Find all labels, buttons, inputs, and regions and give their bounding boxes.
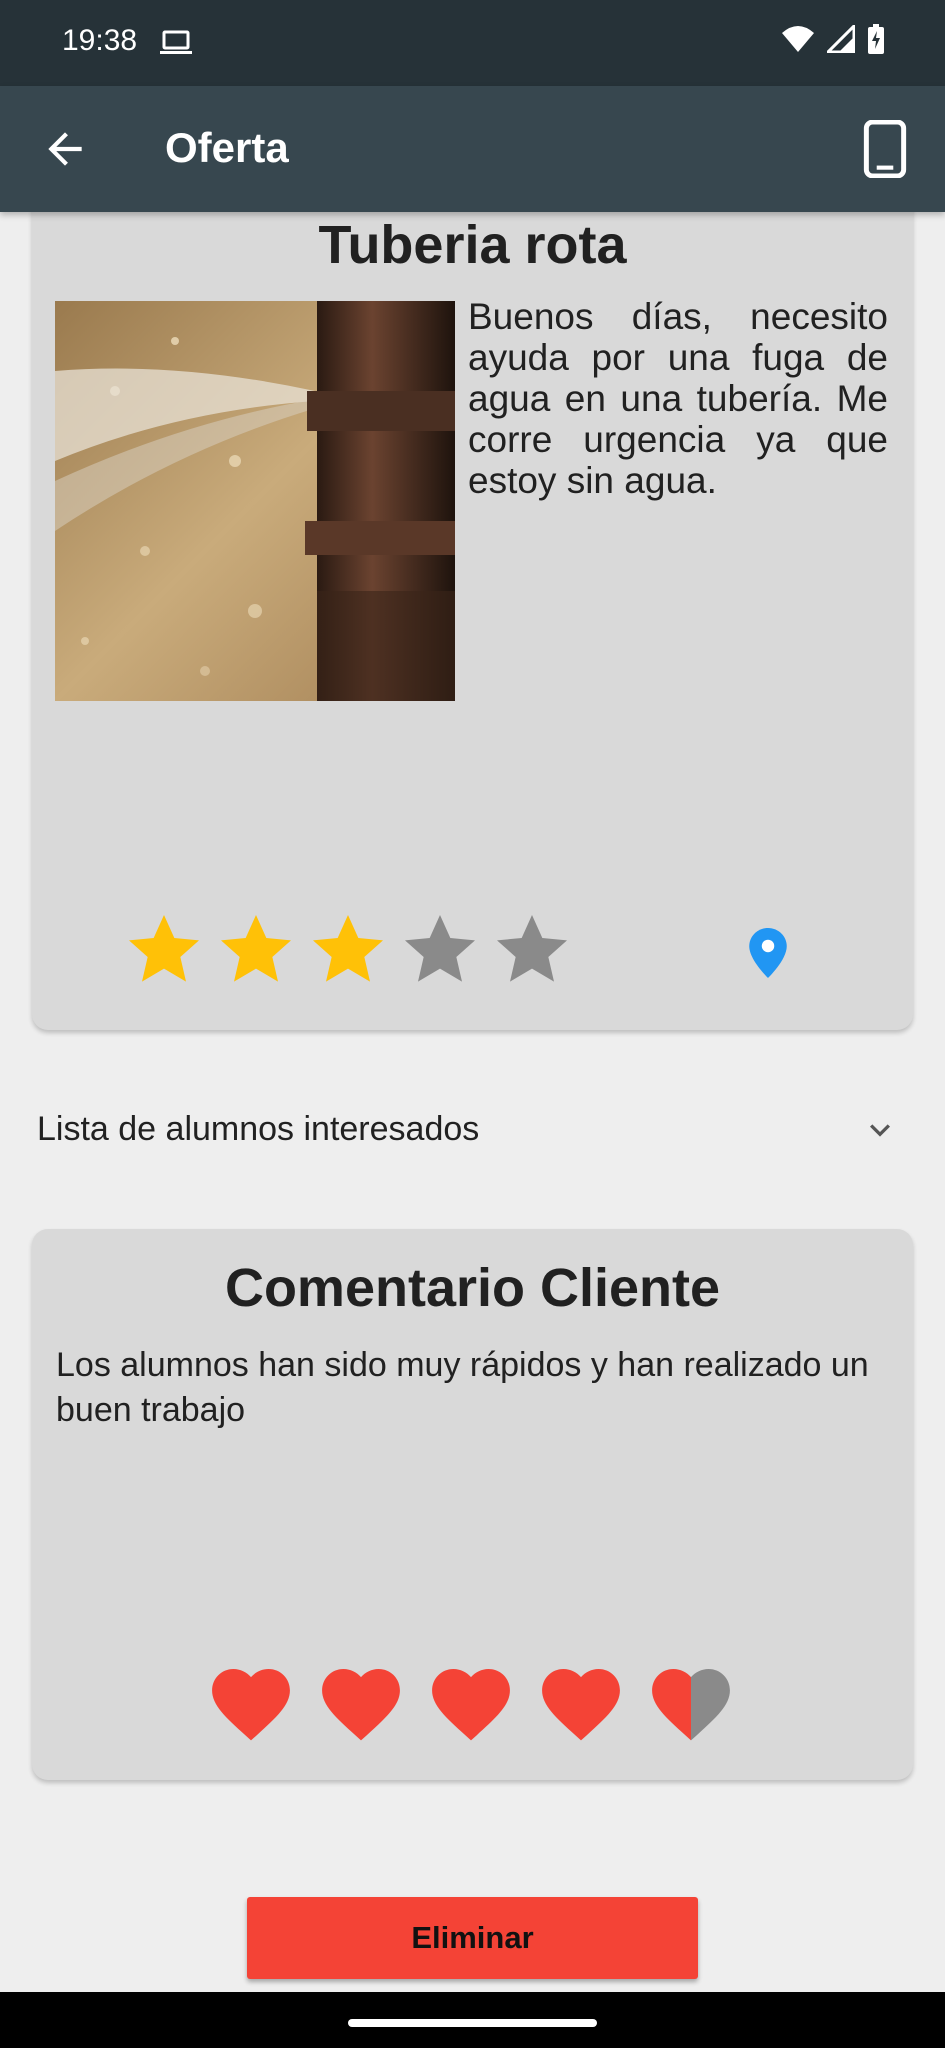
home-indicator[interactable] <box>348 2019 597 2027</box>
offer-card: Tuberia rota Buenos días, necesito ayuda… <box>32 180 913 1030</box>
smartphone-icon <box>863 119 907 179</box>
heart-icon <box>212 1669 290 1741</box>
arrow-back-icon <box>48 132 82 166</box>
offer-description: Buenos días, necesito ayuda por una fuga… <box>468 296 888 501</box>
chevron-down-icon <box>860 1110 900 1150</box>
star-icon <box>313 915 383 982</box>
star-icon <box>497 915 567 982</box>
comment-title: Comentario Cliente <box>224 1258 721 1318</box>
offer-image <box>55 301 455 701</box>
star-icon <box>129 915 199 982</box>
heart-icon <box>652 1669 730 1741</box>
interested-students-expander[interactable]: Lista de alumnos interesados <box>0 1090 945 1170</box>
heart-icon <box>432 1669 510 1741</box>
status-bar: 19:38 <box>0 0 945 86</box>
offer-title: Tuberia rota <box>318 215 627 275</box>
navigation-bar <box>0 1992 945 2048</box>
battery-charging-icon <box>867 24 885 59</box>
page-title: Oferta <box>165 124 289 171</box>
back-button[interactable] <box>40 124 90 174</box>
location-pin-icon[interactable] <box>749 928 787 978</box>
expander-label: Lista de alumnos interesados <box>37 1110 480 1148</box>
comment-rating <box>212 1669 730 1741</box>
heart-icon <box>542 1669 620 1741</box>
signal-icon <box>824 22 856 58</box>
comment-card: Comentario Cliente Los alumnos han sido … <box>32 1229 913 1780</box>
laptop-icon <box>160 30 192 61</box>
status-time: 19:38 <box>62 24 138 57</box>
wifi-icon <box>781 25 815 58</box>
delete-button[interactable]: Eliminar <box>247 1897 698 1979</box>
app-bar: Oferta <box>0 86 945 212</box>
star-icon <box>405 915 475 982</box>
offer-rating <box>124 910 572 990</box>
heart-icon <box>322 1669 400 1741</box>
comment-text: Los alumnos han sido muy rápidos y han r… <box>56 1346 869 1429</box>
phone-button[interactable] <box>860 119 910 179</box>
star-icon <box>221 915 291 982</box>
